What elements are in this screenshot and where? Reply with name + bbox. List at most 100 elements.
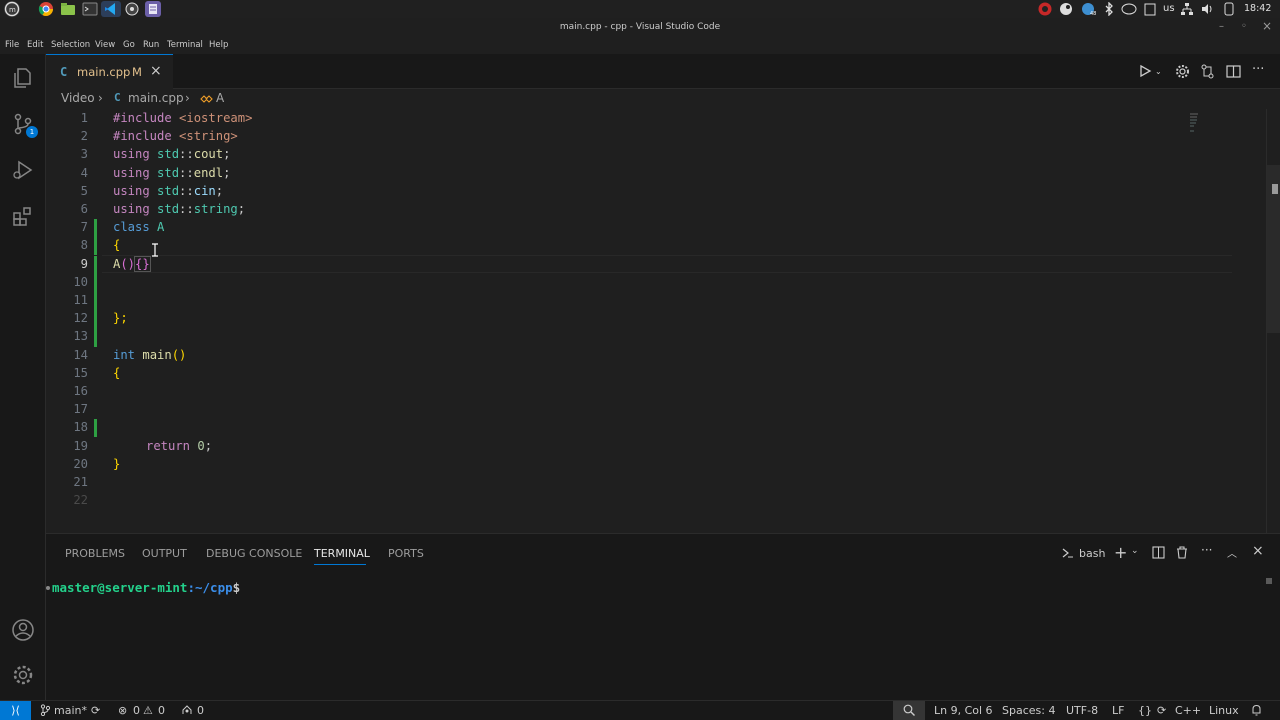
source-control-icon[interactable]: 1 (11, 112, 38, 138)
class-symbol-icon (199, 93, 213, 108)
close-window-button[interactable]: × (1262, 19, 1272, 33)
prompt-path: :~/cpp (187, 580, 233, 595)
token: cout (193, 147, 224, 162)
error-count[interactable]: 0 (133, 704, 140, 717)
compare-changes-icon[interactable] (1200, 64, 1215, 83)
sync-icon[interactable]: ⟳ (91, 704, 100, 717)
menu-edit[interactable]: Edit (27, 40, 43, 50)
line-number: 10 (73, 274, 88, 289)
code-text: using std::string; (113, 200, 245, 218)
platform[interactable]: Linux (1209, 704, 1239, 717)
new-terminal-icon[interactable]: + (1114, 543, 1127, 562)
code-text: class A (113, 218, 164, 236)
split-editor-icon[interactable] (1226, 64, 1241, 83)
os-taskbar: m 48 us 18:42 (0, 0, 1280, 18)
maximize-button[interactable]: ◦ (1241, 21, 1247, 32)
menu-file[interactable]: File (5, 40, 19, 50)
explorer-icon[interactable] (11, 66, 35, 90)
terminal-shell-icon (1062, 547, 1074, 562)
token: { (113, 238, 121, 253)
breadcrumb-cpp-icon: C (114, 91, 121, 104)
code-text: { (113, 364, 120, 382)
terminal-dropdown-chevron-icon[interactable]: ⌄ (1131, 546, 1139, 556)
language-mode[interactable]: C++ (1175, 704, 1201, 717)
code-editor[interactable]: 1 #include <iostream> 2 #include <string… (46, 109, 1280, 533)
language-sync-icon[interactable]: ⟳ (1157, 704, 1166, 717)
tab-debug-console[interactable]: DEBUG CONSOLE (206, 547, 302, 560)
more-actions-icon[interactable]: ··· (1252, 62, 1264, 77)
kill-terminal-trash-icon[interactable] (1176, 546, 1188, 562)
tab-problems[interactable]: PROBLEMS (65, 547, 125, 560)
zoom-icon[interactable] (903, 704, 915, 718)
extensions-icon[interactable] (11, 204, 35, 228)
svg-text:m: m (9, 6, 16, 14)
language-braces-icon[interactable]: {} (1138, 704, 1152, 717)
text-editor-app-icon[interactable] (145, 1, 161, 17)
notifications-bell-icon[interactable] (1251, 704, 1262, 718)
window-title: main.cpp - cpp - Visual Studio Code (559, 22, 721, 32)
line-number: 22 (73, 493, 88, 508)
token: using (113, 147, 150, 162)
token: int (113, 347, 136, 362)
maximize-panel-icon[interactable]: ︿ (1227, 545, 1237, 560)
menu-go[interactable]: Go (123, 40, 135, 50)
menu-terminal[interactable]: Terminal (167, 40, 203, 50)
manage-gear-icon[interactable] (11, 663, 35, 687)
git-branch[interactable]: main* (54, 704, 87, 717)
code-text: A(){} (113, 255, 151, 273)
split-terminal-icon[interactable] (1152, 546, 1165, 562)
branch-icon (40, 704, 51, 718)
terminal-app-icon[interactable] (82, 1, 98, 17)
code-line: 5 using std::cin; (46, 182, 1266, 200)
line-number: 13 (73, 329, 88, 344)
minimize-button[interactable]: – (1219, 21, 1224, 32)
editor-scrollbar[interactable] (1266, 109, 1280, 533)
menu-view[interactable]: View (95, 40, 115, 50)
obs-app-icon[interactable] (124, 1, 140, 17)
minimap[interactable] (1188, 111, 1204, 133)
terminal-scrollbar[interactable] (1266, 578, 1272, 584)
code-line: 17 (46, 400, 1266, 418)
token: ; (223, 147, 231, 162)
accounts-icon[interactable] (11, 618, 35, 642)
menu-selection[interactable]: Selection (51, 40, 90, 50)
keyboard-layout[interactable]: us (1163, 2, 1175, 16)
terminal-shell-name[interactable]: bash (1079, 547, 1105, 560)
breadcrumb-folder[interactable]: Video (61, 91, 95, 105)
settings-gear-icon[interactable] (1175, 64, 1190, 83)
tab-ports[interactable]: PORTS (388, 547, 424, 560)
line-number: 9 (80, 256, 88, 271)
code-text: }; (113, 309, 128, 327)
run-dropdown-chevron-icon[interactable]: ⌄ (1155, 67, 1162, 76)
line-number: 20 (73, 456, 88, 471)
breadcrumb-symbol[interactable]: A (216, 91, 224, 105)
files-icon[interactable] (60, 1, 76, 17)
close-panel-icon[interactable]: × (1252, 543, 1264, 559)
tab-main-cpp[interactable]: C main.cpp M × (46, 54, 173, 89)
terminal-prompt[interactable]: master@server-mint:~/cpp$ (52, 580, 240, 595)
chrome-icon[interactable] (38, 1, 54, 17)
tab-terminal[interactable]: TERMINAL (314, 547, 370, 560)
token: :: (179, 147, 194, 162)
ports-count[interactable]: 0 (197, 704, 204, 717)
breadcrumb-file[interactable]: main.cpp (128, 91, 184, 105)
remote-indicator-icon[interactable]: ⟩⟨ (0, 701, 31, 720)
panel-more-actions-icon[interactable]: ··· (1201, 543, 1212, 557)
indentation[interactable]: Spaces: 4 (1002, 704, 1055, 717)
run-debug-icon[interactable] (11, 158, 35, 182)
scm-badge: 1 (26, 126, 38, 138)
warning-count[interactable]: 0 (158, 704, 165, 717)
menu-run[interactable]: Run (143, 40, 159, 50)
clock: 18:42 (1244, 3, 1272, 14)
cursor-position[interactable]: Ln 9, Col 6 (934, 704, 993, 717)
run-file-icon[interactable] (1138, 64, 1152, 82)
encoding[interactable]: UTF-8 (1066, 704, 1098, 717)
line-number: 18 (73, 420, 88, 435)
token: <iostream> (179, 111, 253, 125)
tab-close-button[interactable]: × (150, 63, 162, 79)
vscode-app-icon[interactable] (101, 1, 121, 17)
tab-output[interactable]: OUTPUT (142, 547, 187, 560)
end-of-line[interactable]: LF (1112, 704, 1124, 717)
mint-menu-icon[interactable]: m (4, 1, 20, 17)
menu-help[interactable]: Help (209, 40, 228, 50)
